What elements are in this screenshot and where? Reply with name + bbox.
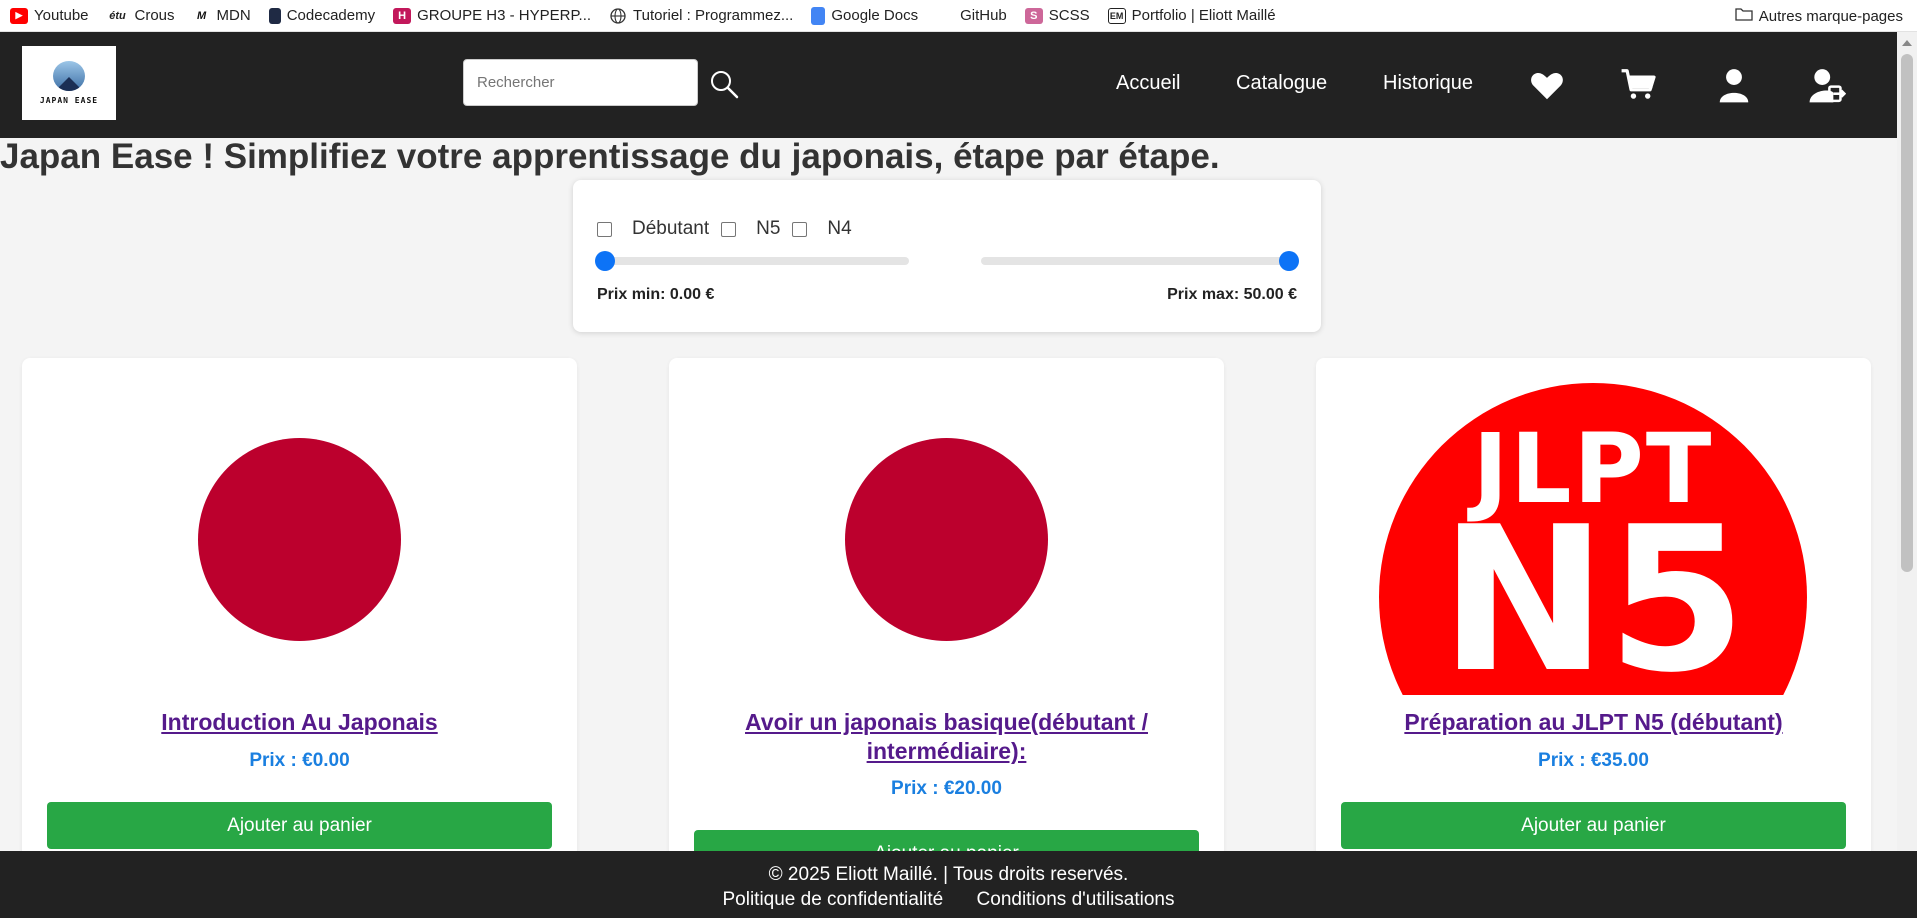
globe-icon <box>609 7 627 24</box>
bookmark-label: MDN <box>216 7 251 24</box>
bookmark-github[interactable]: GitHub <box>936 7 1007 24</box>
bookmark-groupe-h3[interactable]: H GROUPE H3 - HYPERP... <box>393 7 591 24</box>
checkbox-n4[interactable] <box>792 221 808 237</box>
bookmark-label: Tutoriel : Programmez... <box>633 7 794 24</box>
codecademy-icon <box>268 7 281 24</box>
jlpt-n5-image: JLPT N5 <box>1379 383 1807 695</box>
other-bookmarks-label: Autres marque-pages <box>1758 7 1903 25</box>
logo[interactable]: JAPAN EASE <box>22 46 116 120</box>
checkbox-debutant[interactable] <box>597 221 612 237</box>
add-to-cart-button[interactable]: Ajouter au panier <box>47 802 552 849</box>
bookmark-label: Portfolio | Eliott Maillé <box>1131 7 1276 24</box>
product-image: JLPT N5 <box>1379 383 1807 695</box>
search-input[interactable] <box>463 59 698 106</box>
nav-catalogue[interactable]: Catalogue <box>1236 72 1327 95</box>
mdn-icon: M <box>196 9 207 22</box>
price-max-slider-handle[interactable] <box>1279 251 1299 271</box>
nav-historique[interactable]: Historique <box>1383 72 1473 95</box>
checkbox-label-debutant: Débutant <box>632 218 710 239</box>
product-title-link[interactable]: Avoir un japonais basique(débutant / int… <box>699 708 1194 766</box>
checkbox-label-n4: N4 <box>827 218 852 239</box>
bookmark-youtube[interactable]: ▶ Youtube <box>10 7 89 24</box>
logo-text: JAPAN EASE <box>39 96 99 105</box>
logout-icon[interactable] <box>1808 66 1847 104</box>
privacy-policy-link[interactable]: Politique de confidentialité <box>722 889 943 910</box>
n5-image-text: N5 <box>1439 484 1747 696</box>
filters-panel: Débutant N5 N4 Prix min: 0.00 € Prix max… <box>573 180 1321 332</box>
price-max-label: Prix max: 50.00 € <box>1167 286 1297 303</box>
etu-icon: étu <box>109 9 126 22</box>
product-image <box>732 383 1160 695</box>
scroll-up-arrow-icon[interactable] <box>1902 40 1912 46</box>
bookmark-label: Codecademy <box>286 7 376 24</box>
bookmark-label: GROUPE H3 - HYPERP... <box>417 7 592 24</box>
bookmark-tutoriel[interactable]: Tutoriel : Programmez... <box>609 7 793 24</box>
h-icon: H <box>393 7 412 24</box>
price-max-slider[interactable] <box>981 251 1299 271</box>
bookmark-crous[interactable]: étu Crous <box>107 7 175 24</box>
terms-link[interactable]: Conditions d'utilisations <box>977 889 1175 910</box>
product-price: Prix : €0.00 <box>249 750 350 771</box>
product-title-link[interactable]: Introduction Au Japonais <box>52 708 547 737</box>
em-icon: EM <box>1107 7 1126 24</box>
level-filters: Débutant N5 N4 <box>597 218 864 240</box>
mount-fuji-icon <box>53 61 85 91</box>
japan-flag-image <box>844 437 1048 641</box>
cart-icon[interactable] <box>1620 66 1658 104</box>
price-min-slider[interactable] <box>595 251 909 271</box>
site-header: JAPAN EASE Accueil Catalogue Historique <box>0 32 1897 138</box>
product-card: Avoir un japonais basique(débutant / int… <box>669 358 1224 877</box>
product-image <box>85 383 513 695</box>
bookmark-label: GitHub <box>960 7 1007 24</box>
bookmark-codecademy[interactable]: Codecademy <box>268 7 376 24</box>
github-icon <box>936 8 954 24</box>
bookmark-label: Crous <box>134 7 175 24</box>
product-card: JLPT N5 Préparation au JLPT N5 (débutant… <box>1316 358 1871 858</box>
checkbox-label-n5: N5 <box>756 218 781 239</box>
heart-icon[interactable] <box>1528 66 1566 104</box>
product-price: Prix : €35.00 <box>1538 750 1649 771</box>
user-icon[interactable] <box>1715 66 1753 104</box>
other-bookmarks[interactable]: Autres marque-pages <box>1735 0 1903 32</box>
bookmark-label: Google Docs <box>831 7 919 24</box>
youtube-icon: ▶ <box>10 7 28 24</box>
product-price: Prix : €20.00 <box>891 778 1002 799</box>
bookmark-label: SCSS <box>1048 7 1090 24</box>
nav-accueil[interactable]: Accueil <box>1116 72 1180 95</box>
price-min-label: Prix min: 0.00 € <box>597 286 715 303</box>
bookmark-label: Youtube <box>34 7 89 24</box>
japan-flag-image <box>197 437 401 641</box>
bookmark-portfolio[interactable]: EM Portfolio | Eliott Maillé <box>1107 7 1276 24</box>
docs-icon <box>811 6 826 25</box>
page-title: Japan Ease ! Simplifiez votre apprentiss… <box>0 137 1220 176</box>
product-card: Introduction Au Japonais Prix : €0.00 Aj… <box>22 358 577 858</box>
product-title-link[interactable]: Préparation au JLPT N5 (débutant) <box>1346 708 1841 737</box>
page-scrollbar[interactable] <box>1897 32 1917 851</box>
bookmark-google-docs[interactable]: Google Docs <box>811 6 919 25</box>
site-footer: © 2025 Eliott Maillé. | Tous droits rese… <box>0 851 1917 918</box>
copyright-text: © 2025 Eliott Maillé. | Tous droits rese… <box>768 864 1129 885</box>
scrollbar-thumb[interactable] <box>1901 54 1913 572</box>
search-icon[interactable] <box>708 68 740 100</box>
add-to-cart-button[interactable]: Ajouter au panier <box>1341 802 1846 849</box>
footer-links: Politique de confidentialité Conditions … <box>0 889 1897 911</box>
checkbox-n5[interactable] <box>721 221 737 237</box>
bookmark-scss[interactable]: S SCSS <box>1024 7 1090 24</box>
bookmark-mdn[interactable]: M MDN <box>193 7 251 24</box>
price-min-slider-handle[interactable] <box>595 251 615 271</box>
bookmarks-bar: ▶ Youtube étu Crous M MDN Codecademy H G… <box>0 0 1917 32</box>
folder-icon <box>1735 7 1753 25</box>
sass-icon: S <box>1024 7 1043 24</box>
